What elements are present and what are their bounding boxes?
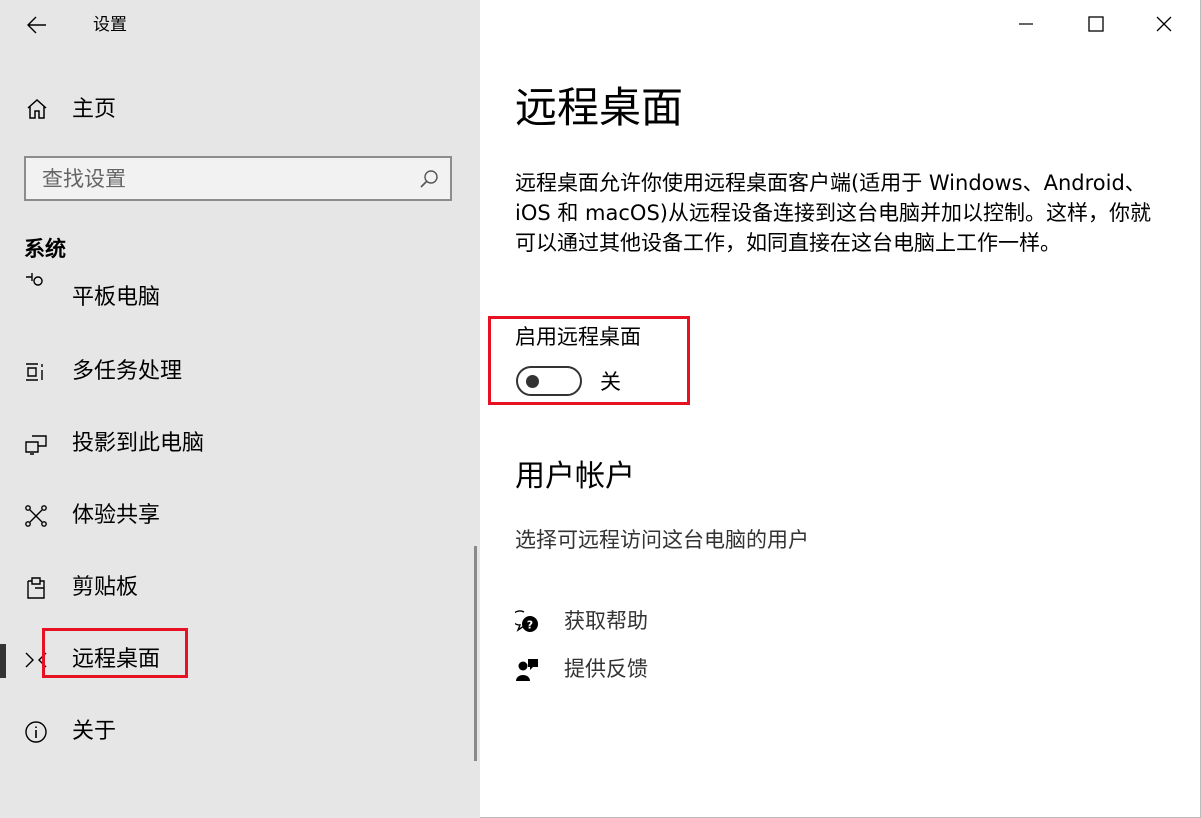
close-button[interactable] <box>1134 0 1194 48</box>
section-title: 系统 <box>24 237 66 261</box>
select-users-link[interactable]: 选择可远程访问这台电脑的用户 <box>515 526 809 554</box>
home-label: 主页 <box>72 97 117 122</box>
search-input[interactable] <box>26 158 422 199</box>
sidebar: 设置 主页 系统 平板电脑 多任务处理 <box>0 0 480 818</box>
search-icon[interactable] <box>418 168 440 190</box>
svg-text:?: ? <box>527 619 533 632</box>
selected-indicator <box>0 644 6 678</box>
sidebar-item-projecting[interactable]: 投影到此电脑 <box>0 414 470 474</box>
sidebar-item-label: 平板电脑 <box>72 285 161 310</box>
info-icon <box>25 721 47 743</box>
maximize-icon <box>1088 16 1104 32</box>
remote-desktop-toggle[interactable] <box>516 366 582 396</box>
feedback-icon <box>516 659 538 681</box>
minimize-icon <box>1019 23 1033 25</box>
sidebar-item-about[interactable]: 关于 <box>0 702 470 762</box>
shared-experiences-icon <box>25 505 47 527</box>
feedback-label: 提供反馈 <box>564 657 648 681</box>
sidebar-item-label: 剪贴板 <box>72 575 139 600</box>
sidebar-item-label: 远程桌面 <box>72 647 161 672</box>
sidebar-item-clipboard[interactable]: 剪贴板 <box>0 558 470 618</box>
sidebar-item-multitasking[interactable]: 多任务处理 <box>0 342 470 402</box>
sidebar-scrollbar[interactable] <box>474 546 477 761</box>
home-icon <box>27 98 47 119</box>
feedback-link[interactable]: 提供反馈 <box>515 652 815 688</box>
minimize-button[interactable] <box>996 0 1056 48</box>
get-help-link[interactable]: ? 获取帮助 <box>515 604 815 640</box>
sidebar-item-label: 关于 <box>72 719 117 744</box>
main-panel: 远程桌面 远程桌面允许你使用远程桌面客户端(适用于 Windows、Androi… <box>480 0 1201 818</box>
app-title: 设置 <box>93 15 127 35</box>
search-box[interactable] <box>24 156 452 201</box>
sidebar-item-label: 体验共享 <box>72 503 161 528</box>
toggle-knob <box>526 375 539 388</box>
sidebar-item-shared-experiences[interactable]: 体验共享 <box>0 486 470 546</box>
maximize-button[interactable] <box>1066 0 1126 48</box>
user-accounts-title: 用户帐户 <box>515 459 635 494</box>
toggle-label: 启用远程桌面 <box>515 325 641 349</box>
sidebar-item-label: 投影到此电脑 <box>72 431 205 456</box>
multitasking-icon <box>26 363 43 381</box>
toggle-state-text: 关 <box>600 370 621 394</box>
sidebar-item-home[interactable]: 主页 <box>0 88 480 132</box>
back-arrow-icon <box>27 16 46 34</box>
page-description: 远程桌面允许你使用远程桌面客户端(适用于 Windows、Android、iOS… <box>515 171 1151 255</box>
get-help-icon: ? <box>515 610 538 632</box>
remote-desktop-icon <box>25 652 47 668</box>
back-button[interactable] <box>22 10 52 40</box>
projecting-icon <box>25 435 47 455</box>
page-title: 远程桌面 <box>515 83 684 132</box>
sidebar-item-remote-desktop[interactable]: 远程桌面 <box>0 630 470 690</box>
sidebar-item-label: 多任务处理 <box>72 359 183 384</box>
close-icon <box>1156 16 1172 32</box>
sidebar-nav-list: 平板电脑 多任务处理 投影到此电脑 体验共享 剪贴板 远程桌面 关于 <box>0 270 480 790</box>
sidebar-item-tablet[interactable]: 平板电脑 <box>0 270 470 330</box>
get-help-label: 获取帮助 <box>564 609 648 633</box>
clipboard-icon <box>27 577 45 599</box>
tablet-icon <box>26 273 43 286</box>
